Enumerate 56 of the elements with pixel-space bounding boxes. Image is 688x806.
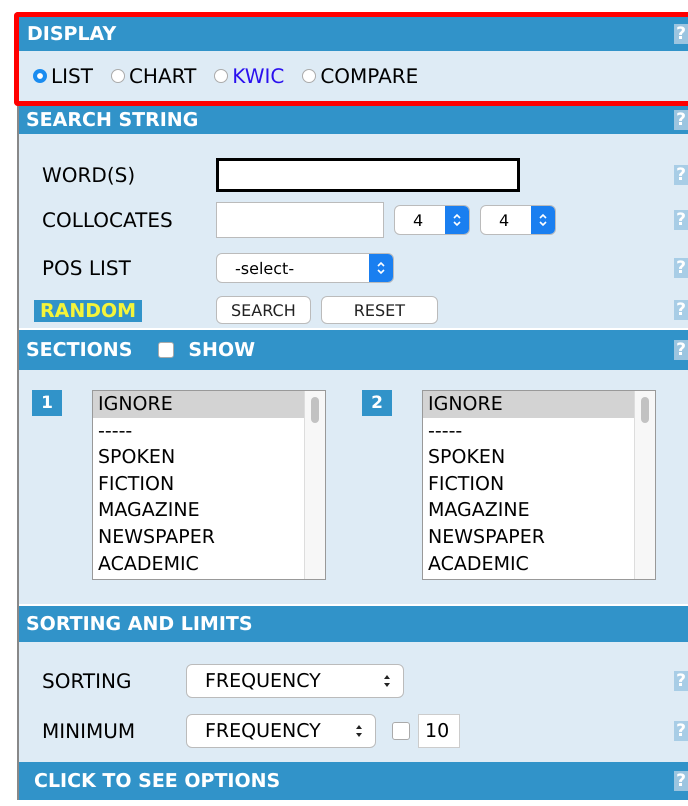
section-choice[interactable]: ACADEMIC xyxy=(423,550,634,578)
field-label: WORD(S) xyxy=(42,163,136,187)
checkbox-label: SHOW xyxy=(188,339,256,361)
section-choice[interactable]: FICTION xyxy=(93,470,304,498)
radio-button[interactable] xyxy=(33,69,47,83)
search-button[interactable]: SEARCH xyxy=(216,296,311,324)
pos-select[interactable]: -select- xyxy=(216,253,394,283)
words-field[interactable] xyxy=(216,158,520,192)
checkbox[interactable] xyxy=(158,342,174,358)
section-title: SEARCH STRING xyxy=(26,109,198,131)
reset-button[interactable]: RESET xyxy=(320,296,438,324)
sorting-select[interactable]: FREQUENCY xyxy=(186,664,404,698)
checkbox[interactable] xyxy=(392,722,410,740)
span-select[interactable]: 4 xyxy=(480,205,556,235)
radio-label[interactable]: COMPARE xyxy=(320,64,418,88)
stepper-icon xyxy=(452,212,462,228)
section-listbox[interactable]: IGNORE ----- SPOKEN FICTION MAGAZINE NEWSPAPER ACADEMIC xyxy=(92,390,326,580)
section-choice[interactable]: ----- xyxy=(93,418,304,444)
field-label: SORTING xyxy=(42,669,132,693)
section-title: CLICK TO SEE OPTIONS xyxy=(34,770,280,792)
section-listbox[interactable]: IGNORE ----- SPOKEN FICTION MAGAZINE NEWSPAPER ACADEMIC xyxy=(422,390,656,580)
section-choice[interactable]: MAGAZINE xyxy=(423,497,634,524)
minimum-select[interactable]: FREQUENCY xyxy=(186,714,376,748)
section-choice[interactable]: MAGAZINE xyxy=(93,497,304,524)
section-number: 2 xyxy=(362,390,392,416)
section-title: DISPLAY xyxy=(27,23,116,45)
field-label: MINIMUM xyxy=(42,719,136,743)
section-choice[interactable]: ACADEMIC xyxy=(93,550,304,578)
radio-button[interactable] xyxy=(110,69,125,83)
field-label: POS LIST xyxy=(42,256,132,280)
section-choice[interactable]: IGNORE xyxy=(93,391,304,418)
section-number: 1 xyxy=(32,390,62,416)
section-title: SORTING AND LIMITS xyxy=(26,613,253,635)
section-choice[interactable]: SPOKEN xyxy=(423,444,634,471)
section-title: SECTIONS xyxy=(26,339,132,361)
section-choice[interactable]: SPOKEN xyxy=(93,444,304,471)
span-select[interactable]: 4 xyxy=(394,205,470,235)
section-choice[interactable]: FICTION xyxy=(423,470,634,498)
radio-button[interactable] xyxy=(302,69,316,83)
collocates-field[interactable] xyxy=(216,202,384,238)
section-choice[interactable]: NEWSPAPER xyxy=(93,524,304,551)
field-label: COLLOCATES xyxy=(42,208,174,232)
display-link[interactable]: KWIC xyxy=(232,64,284,88)
stepper-icon xyxy=(376,260,386,276)
minimum-field[interactable]: 10 xyxy=(418,714,460,748)
scrollbar[interactable] xyxy=(304,391,325,579)
stepper-icon xyxy=(538,212,548,228)
radio-label[interactable]: CHART xyxy=(128,64,196,88)
radio-label[interactable]: LIST xyxy=(51,64,93,88)
stepper-icon xyxy=(355,724,363,738)
section-choice[interactable]: ----- xyxy=(423,418,634,444)
scrollbar[interactable] xyxy=(634,391,655,579)
stepper-icon xyxy=(383,674,391,688)
radio-button[interactable] xyxy=(214,69,228,83)
section-choice[interactable]: IGNORE xyxy=(423,391,634,418)
section-choice[interactable]: NEWSPAPER xyxy=(423,524,634,551)
